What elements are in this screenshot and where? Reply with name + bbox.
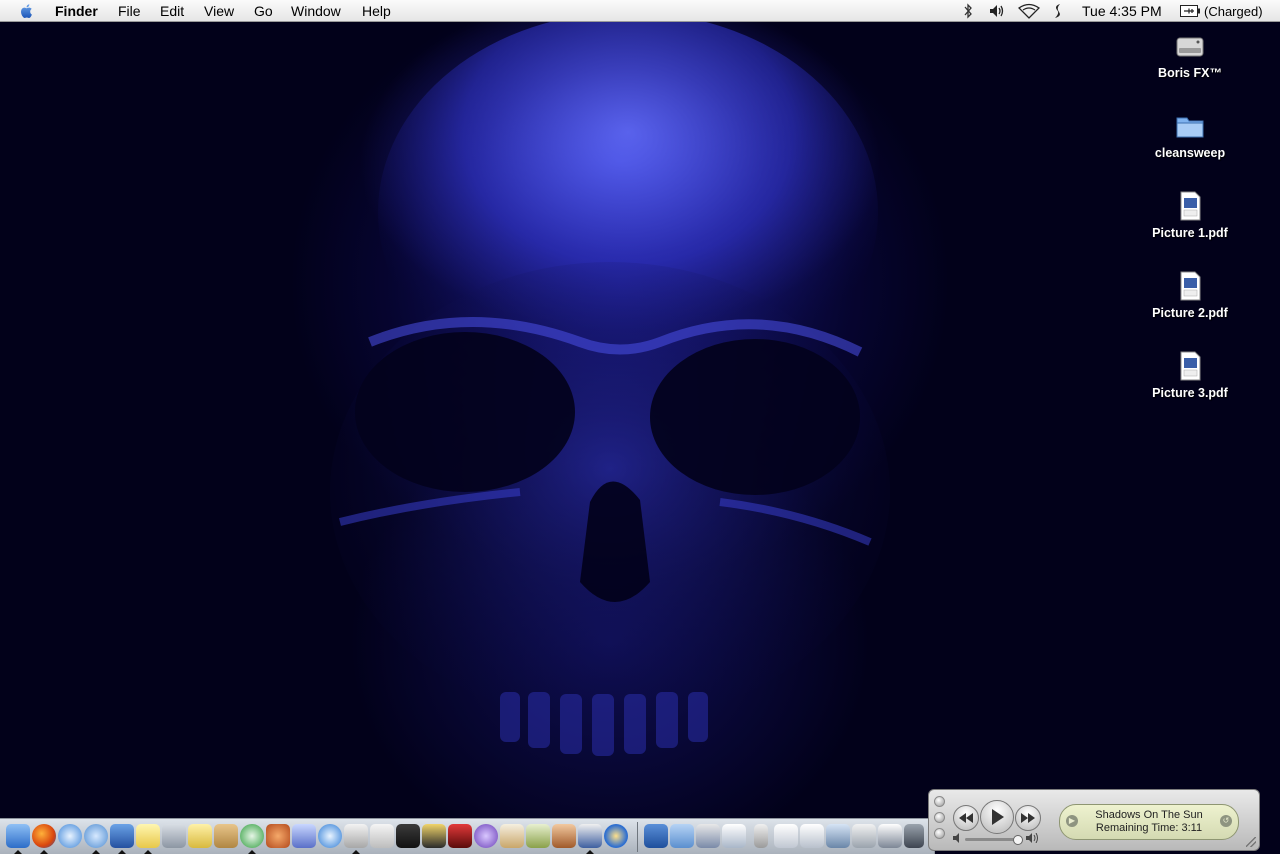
minimized-window-6[interactable] (800, 824, 824, 848)
minimized-window-4[interactable] (754, 824, 768, 848)
photo-app-icon[interactable] (552, 824, 576, 848)
itunes-mini-player: ▶ Shadows On The Sun Remaining Time: 3:1… (928, 789, 1260, 851)
volume-knob[interactable] (1013, 835, 1023, 845)
clapper-icon[interactable] (396, 824, 420, 848)
minimize-button[interactable] (934, 812, 945, 823)
running-indicator (248, 850, 256, 854)
utility-icon[interactable] (292, 824, 316, 848)
desktop-icon-picture-3[interactable]: Picture 3.pdf (1135, 350, 1245, 400)
lcd-display[interactable]: ▶ Shadows On The Sun Remaining Time: 3:1… (1059, 804, 1239, 840)
desktop-icon-label: Boris FX™ (1158, 66, 1222, 80)
finder-icon[interactable] (6, 824, 30, 848)
desktop-icon-picture-2[interactable]: Picture 2.pdf (1135, 270, 1245, 320)
menu-view[interactable]: View (204, 3, 234, 19)
iphoto-icon[interactable] (578, 824, 602, 848)
desktop-icon-label: cleansweep (1154, 146, 1226, 160)
pdf-file-icon (1174, 350, 1206, 382)
safari-icon[interactable] (58, 824, 82, 848)
firefox-icon[interactable] (32, 824, 56, 848)
pen-app-icon[interactable] (526, 824, 550, 848)
volume-low-icon (953, 833, 959, 843)
desktop-icon-label: Picture 2.pdf (1152, 306, 1228, 320)
ichat-icon[interactable] (84, 824, 108, 848)
desktop-wallpaper (0, 22, 1280, 854)
play-button[interactable] (980, 800, 1014, 834)
lcd-play-icon[interactable]: ▶ (1066, 815, 1078, 827)
address-book-icon[interactable] (214, 824, 238, 848)
media-player-icon[interactable] (604, 824, 628, 848)
menu-app-name[interactable]: Finder (55, 3, 98, 19)
running-indicator (118, 850, 126, 854)
minimized-window-8[interactable] (852, 824, 876, 848)
pdf-file-icon (1174, 270, 1206, 302)
itunes-icon[interactable] (240, 824, 264, 848)
battery-status: (Charged) (1204, 4, 1263, 19)
minimized-window-9[interactable] (878, 824, 902, 848)
next-track-button[interactable] (1015, 805, 1041, 831)
now-playing-title: Shadows On The Sun (1095, 809, 1203, 821)
resize-grip[interactable] (1246, 837, 1256, 847)
minimized-window-7[interactable] (826, 824, 850, 848)
menu-window[interactable]: Window (291, 3, 341, 19)
desktop-icon-label: Picture 3.pdf (1152, 386, 1228, 400)
running-indicator (144, 850, 152, 854)
folder-icon (1174, 110, 1206, 142)
ipod-icon[interactable] (370, 824, 394, 848)
menu-edit[interactable]: Edit (160, 3, 184, 19)
menubar-clock[interactable]: Tue 4:35 PM (1082, 3, 1162, 19)
desktop-icon-cleansweep[interactable]: cleansweep (1135, 110, 1245, 160)
volume-icon[interactable] (988, 3, 1006, 19)
running-indicator (586, 850, 594, 854)
quicktime-icon[interactable] (318, 824, 342, 848)
skull-wallpaper-image (330, 22, 890, 756)
bluetooth-icon[interactable] (962, 3, 974, 19)
system-preferences-icon[interactable] (344, 824, 368, 848)
menu-go[interactable]: Go (254, 3, 273, 19)
documents-folder-icon[interactable] (670, 824, 694, 848)
lcd-snapback-icon[interactable]: ↺ (1220, 815, 1232, 827)
pdf-file-icon (1174, 190, 1206, 222)
final-cut-icon[interactable] (422, 824, 446, 848)
running-indicator (92, 850, 100, 854)
minimized-window-5[interactable] (774, 824, 798, 848)
running-indicator (14, 850, 22, 854)
zoom-button[interactable] (934, 828, 945, 839)
dock-separator (637, 822, 638, 852)
battery-icon[interactable] (1180, 5, 1200, 17)
play-icon (992, 809, 1004, 825)
notes-icon[interactable] (188, 824, 212, 848)
menu-file[interactable]: File (118, 3, 141, 19)
script-icon[interactable] (1051, 3, 1065, 19)
minimized-window-2[interactable] (696, 824, 720, 848)
mail-icon[interactable] (110, 824, 134, 848)
volume-high-icon (1026, 833, 1038, 843)
remaining-time: Remaining Time: 3:11 (1095, 822, 1203, 834)
game-icon[interactable] (266, 824, 290, 848)
close-button[interactable] (934, 796, 945, 807)
desktop-icon-picture-1[interactable]: Picture 1.pdf (1135, 190, 1245, 240)
mac-os-x-icon[interactable] (474, 824, 498, 848)
menu-bar: Finder File Edit View Go Window Help Tue… (0, 0, 1280, 22)
desktop-icon-boris-fx[interactable]: Boris FX™ (1135, 30, 1245, 80)
minimized-window-1[interactable] (644, 824, 668, 848)
desktop-icon-label: Picture 1.pdf (1152, 226, 1228, 240)
minimized-window-3[interactable] (722, 824, 746, 848)
rewind-icon (959, 813, 973, 823)
fast-forward-icon (1021, 813, 1035, 823)
stickies-icon[interactable] (136, 824, 160, 848)
dock (0, 818, 935, 854)
trash-icon[interactable] (904, 824, 924, 848)
red-app-icon[interactable] (448, 824, 472, 848)
hard-drive-icon (1174, 30, 1206, 62)
xcode-icon[interactable] (500, 824, 524, 848)
previous-track-button[interactable] (953, 805, 979, 831)
preview-icon[interactable] (162, 824, 186, 848)
wifi-icon[interactable] (1018, 3, 1040, 19)
running-indicator (352, 850, 360, 854)
apple-menu-icon[interactable] (18, 2, 36, 20)
running-indicator (40, 850, 48, 854)
menu-help[interactable]: Help (362, 3, 391, 19)
